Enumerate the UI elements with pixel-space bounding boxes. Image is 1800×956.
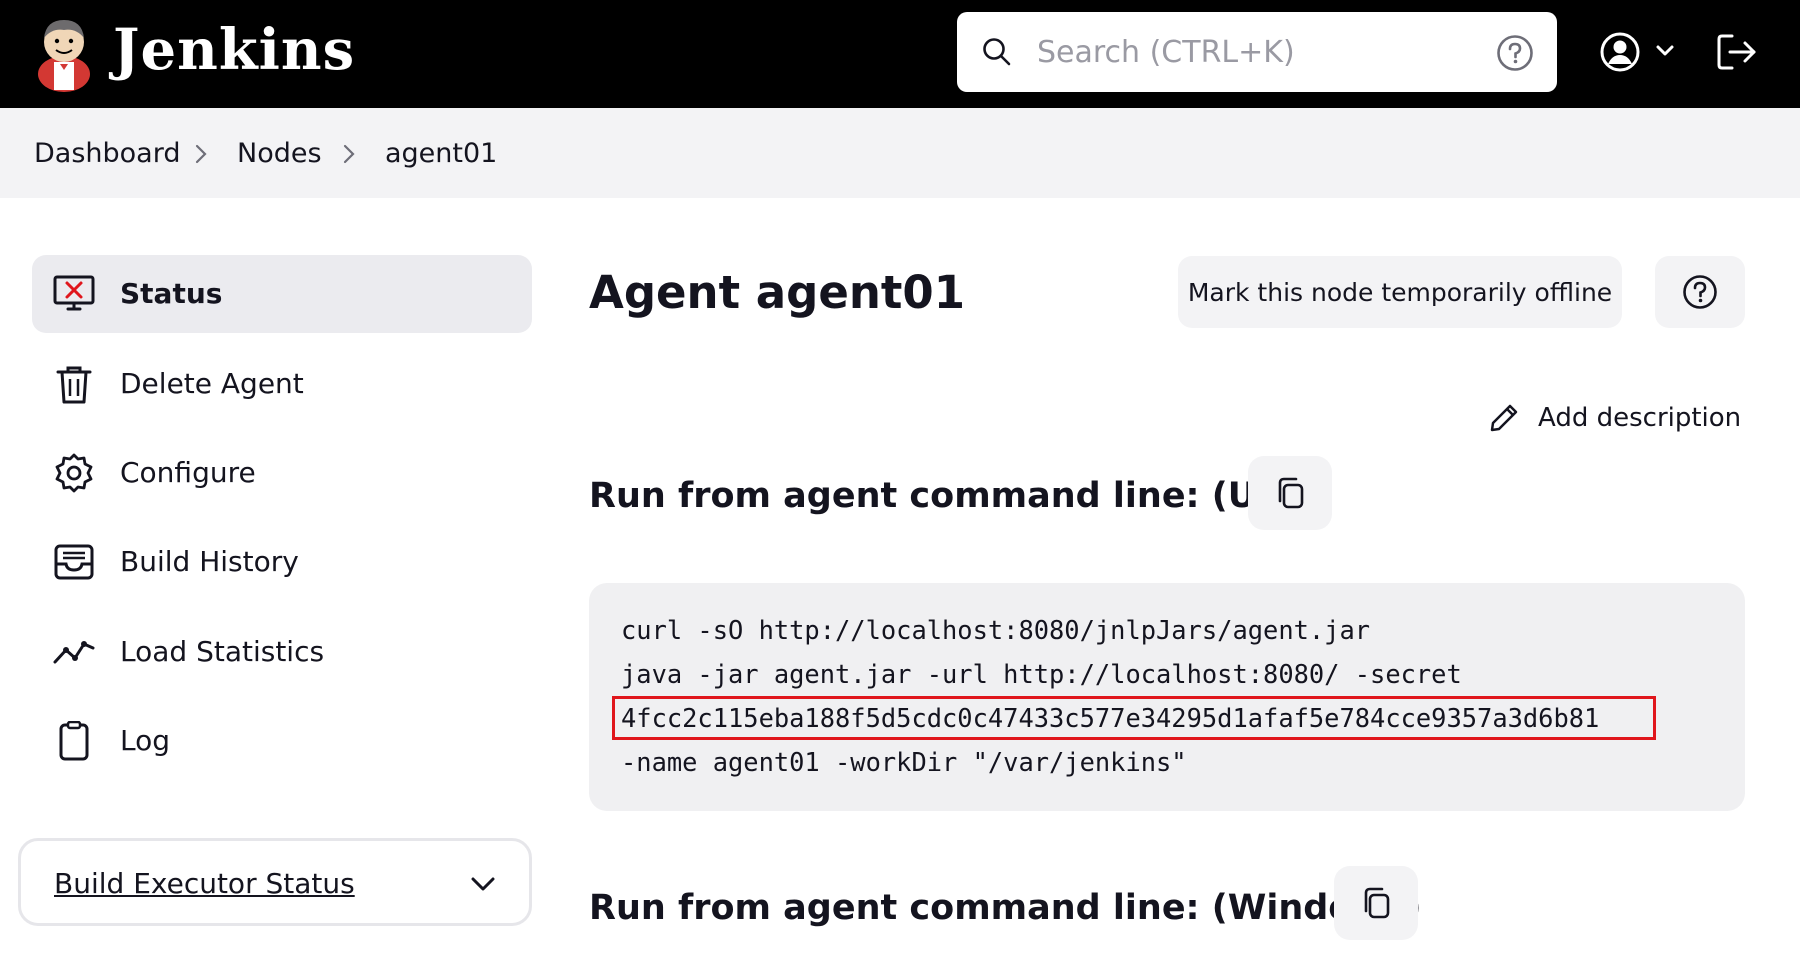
add-description-label: Add description bbox=[1538, 403, 1742, 433]
breadcrumb-dashboard[interactable]: Dashboard bbox=[34, 136, 180, 172]
logout-button[interactable] bbox=[1714, 30, 1758, 74]
search-icon bbox=[983, 38, 1011, 66]
help-circle-icon bbox=[1683, 275, 1717, 309]
copy-windows-button[interactable] bbox=[1334, 866, 1418, 940]
copy-icon bbox=[1364, 887, 1390, 919]
app-title[interactable]: Jenkins bbox=[113, 10, 355, 90]
secret-code-line: 4fcc2c115eba188f5d5cdc0c47433c577e34295d… bbox=[621, 703, 1600, 733]
unix-command-code-block: curl -sO http://localhost:8080/jnlpJars/… bbox=[589, 583, 1745, 811]
monitor-x-icon bbox=[53, 275, 95, 311]
gear-icon bbox=[55, 453, 93, 493]
search-box bbox=[957, 12, 1557, 92]
add-description-link[interactable]: Add description bbox=[1488, 398, 1741, 442]
user-menu-button[interactable] bbox=[1598, 28, 1680, 76]
sidebar-item-log[interactable]: Log bbox=[32, 702, 532, 780]
inbox-icon bbox=[54, 544, 94, 580]
mark-offline-button[interactable]: Mark this node temporarily offline bbox=[1178, 256, 1622, 328]
page-title: Agent agent01 bbox=[589, 266, 966, 319]
code-line: java -jar agent.jar -url http://localhos… bbox=[621, 659, 1462, 689]
sidebar-item-label: Configure bbox=[120, 456, 256, 489]
search-input[interactable] bbox=[1037, 30, 1437, 74]
top-header: Jenkins bbox=[0, 0, 1800, 108]
breadcrumb-agent01[interactable]: agent01 bbox=[385, 136, 497, 172]
unix-command-title: Run from agent command line: (Unix) bbox=[589, 476, 1332, 516]
sidebar-item-label: Delete Agent bbox=[120, 367, 304, 400]
sidebar-item-delete-agent[interactable]: Delete Agent bbox=[32, 345, 532, 423]
line-chart-icon bbox=[53, 641, 95, 664]
chevron-down-icon bbox=[1656, 45, 1674, 56]
build-executor-status-panel[interactable]: Build Executor Status bbox=[18, 838, 532, 926]
sidebar-item-status[interactable]: Status bbox=[32, 255, 532, 333]
help-button[interactable] bbox=[1655, 256, 1745, 328]
sidebar-item-load-statistics[interactable]: Load Statistics bbox=[32, 613, 532, 691]
sidebar-item-label: Build History bbox=[120, 545, 299, 578]
breadcrumb: Dashboard Nodes agent01 bbox=[0, 108, 1800, 198]
sidebar-item-label: Log bbox=[120, 724, 171, 757]
trash-icon bbox=[56, 366, 92, 404]
copy-unix-button[interactable] bbox=[1248, 456, 1332, 530]
sidebar-item-configure[interactable]: Configure bbox=[32, 434, 532, 512]
breadcrumb-nodes[interactable]: Nodes bbox=[237, 136, 322, 172]
copy-icon bbox=[1278, 477, 1304, 509]
windows-command-title: Run from agent command line: (Windows) bbox=[589, 888, 1422, 928]
sidebar-item-label: Status bbox=[120, 277, 223, 310]
help-circle-icon[interactable] bbox=[1496, 34, 1534, 72]
pencil-icon bbox=[1490, 404, 1518, 432]
sidebar-item-label: Load Statistics bbox=[120, 635, 325, 668]
clipboard-icon bbox=[59, 721, 89, 761]
jenkins-logo[interactable] bbox=[32, 12, 96, 92]
code-line: curl -sO http://localhost:8080/jnlpJars/… bbox=[621, 615, 1371, 645]
logout-icon bbox=[1717, 34, 1756, 70]
sidebar-item-build-history[interactable]: Build History bbox=[32, 523, 532, 601]
build-executor-status-link[interactable]: Build Executor Status bbox=[54, 865, 355, 903]
code-line: -name agent01 -workDir "/var/jenkins" bbox=[621, 747, 1187, 777]
user-icon bbox=[1600, 32, 1640, 72]
chevron-right-icon bbox=[343, 144, 355, 164]
chevron-down-icon[interactable] bbox=[469, 873, 497, 895]
chevron-right-icon bbox=[195, 144, 207, 164]
